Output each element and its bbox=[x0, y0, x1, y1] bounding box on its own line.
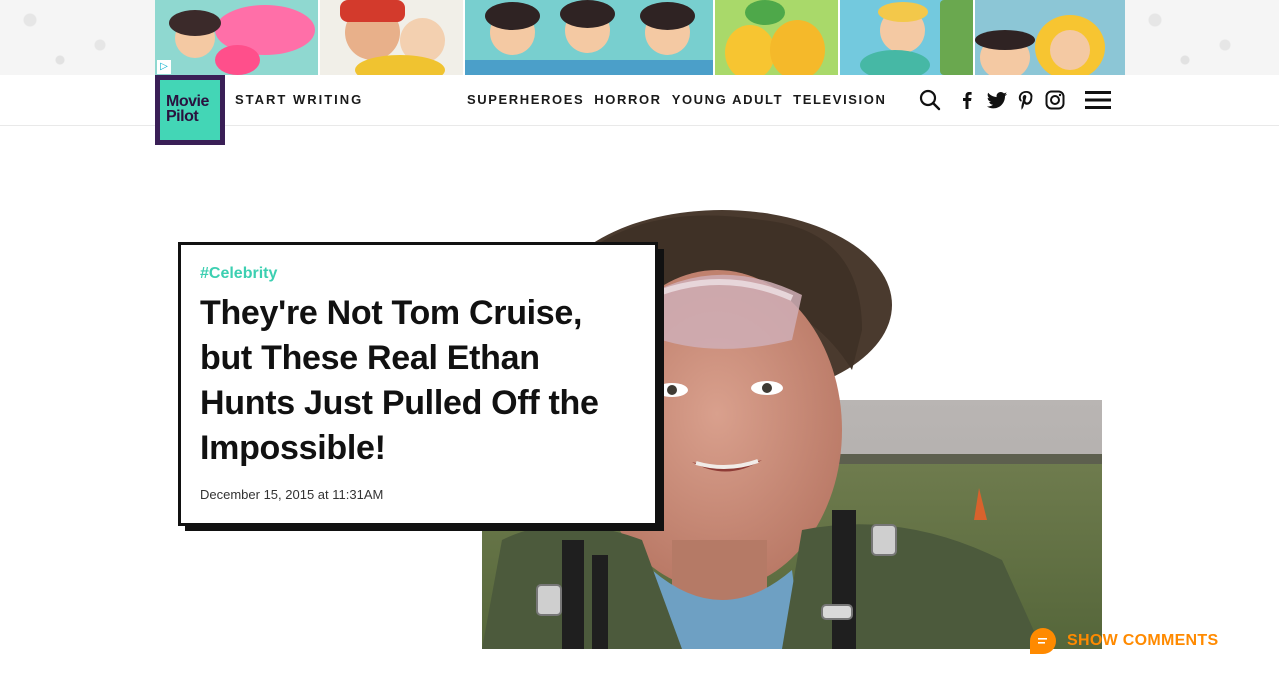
pinterest-icon[interactable] bbox=[1015, 89, 1037, 111]
article-date: December 15, 2015 at 11:31AM bbox=[200, 487, 384, 502]
ad-banner[interactable] bbox=[0, 0, 1279, 75]
comment-bubble-icon bbox=[1030, 628, 1056, 654]
adchoices-icon[interactable]: ▷ bbox=[157, 60, 171, 74]
ad-panel bbox=[155, 0, 320, 75]
nav-item-young-adult[interactable]: YOUNG ADULT bbox=[672, 92, 783, 107]
nav-item-television[interactable]: TELEVISION bbox=[793, 92, 886, 107]
main-nav: SUPERHEROES HORROR YOUNG ADULT TELEVISIO… bbox=[467, 92, 886, 107]
ad-side-pattern-right bbox=[1125, 0, 1279, 75]
twitter-icon[interactable] bbox=[986, 89, 1008, 111]
menu-icon[interactable] bbox=[1084, 89, 1112, 111]
ad-panel bbox=[975, 0, 1125, 75]
article-title-card: #Celebrity They're Not Tom Cruise, but T… bbox=[178, 242, 658, 526]
start-writing-link[interactable]: START WRITING bbox=[235, 92, 363, 107]
ad-panel bbox=[840, 0, 975, 75]
article-title: They're Not Tom Cruise, but These Real E… bbox=[200, 294, 599, 467]
ad-panel bbox=[715, 0, 840, 75]
ad-artwork[interactable] bbox=[155, 0, 1125, 75]
ad-panel bbox=[465, 0, 715, 75]
instagram-icon[interactable] bbox=[1044, 89, 1066, 111]
logo-text: Movie Pilot bbox=[160, 80, 220, 140]
article-tag[interactable]: #Celebrity bbox=[200, 265, 637, 283]
ad-panel bbox=[320, 0, 465, 75]
show-comments-label: SHOW COMMENTS bbox=[1067, 632, 1219, 649]
search-icon[interactable] bbox=[919, 89, 941, 111]
movie-pilot-logo[interactable]: Movie Pilot bbox=[155, 75, 225, 145]
ad-side-pattern-left bbox=[0, 0, 155, 75]
logo-line-1: Movie bbox=[166, 93, 209, 110]
facebook-icon[interactable] bbox=[956, 89, 978, 111]
show-comments-button[interactable]: SHOW COMMENTS bbox=[1030, 628, 1218, 654]
logo-line-2: Pilot bbox=[166, 108, 199, 125]
nav-item-superheroes[interactable]: SUPERHEROES bbox=[467, 92, 584, 107]
nav-item-horror[interactable]: HORROR bbox=[594, 92, 661, 107]
